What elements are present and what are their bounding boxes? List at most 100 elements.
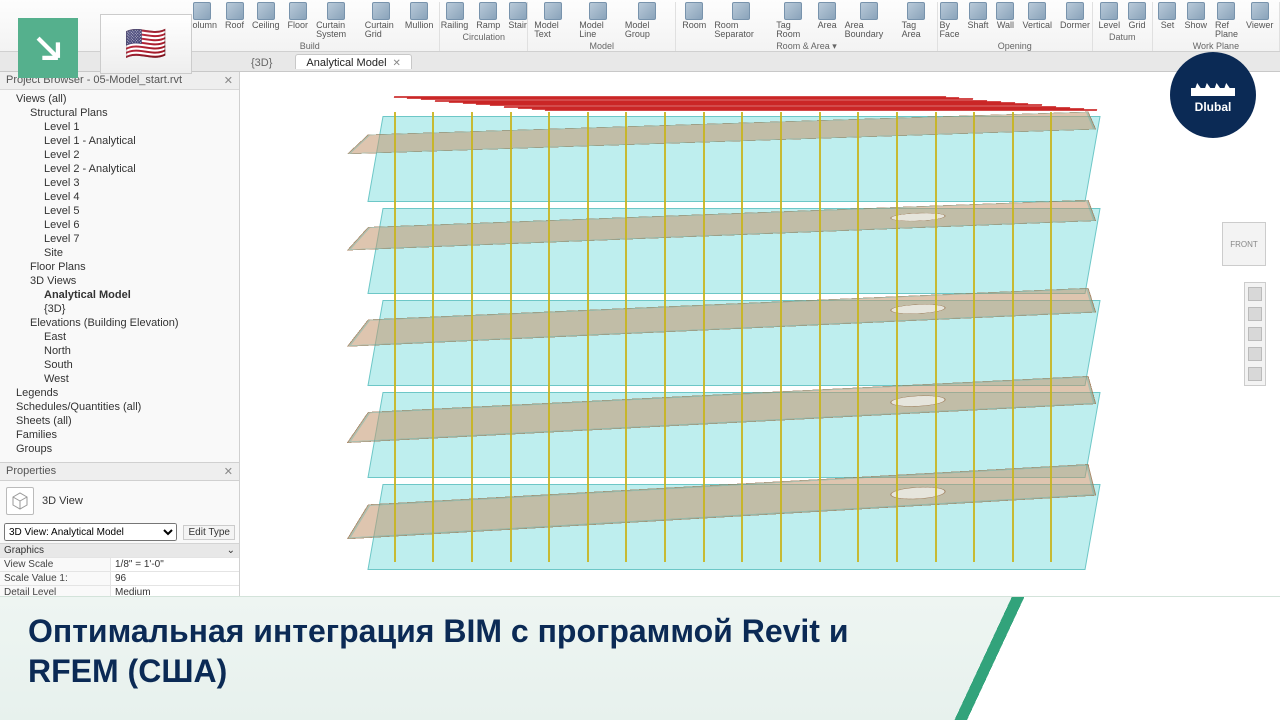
tree-extra[interactable]: Sheets (all) (0, 414, 239, 428)
ribbon-item-label: Set (1161, 21, 1175, 30)
project-browser-tree: Views (all)Structural PlansLevel 1Level … (0, 90, 239, 462)
ribbon-dormer-button[interactable]: Dormer (1060, 2, 1090, 39)
nav-look-icon[interactable] (1248, 367, 1262, 381)
ribbon-item-label: Dormer (1060, 21, 1090, 30)
ribbon-item-label: Wall (997, 21, 1014, 30)
tree-views-root[interactable]: Views (all) (0, 92, 239, 106)
tool-icon (509, 2, 527, 20)
model-viewport[interactable]: FRONT (240, 72, 1280, 596)
property-value[interactable]: 1/8" = 1'-0" (110, 558, 239, 571)
ribbon-curtain-grid-button[interactable]: Curtain Grid (365, 2, 397, 39)
ribbon-group: By FaceShaftWallVerticalDormerOpening (938, 2, 1093, 51)
ribbon-room-button[interactable]: Room (682, 2, 706, 39)
property-row[interactable]: Scale Value 1:96 (0, 571, 239, 585)
tree-level[interactable]: Site (0, 246, 239, 260)
ribbon-group-label: Room & Area ▾ (776, 41, 837, 52)
property-row[interactable]: View Scale1/8" = 1'-0" (0, 557, 239, 571)
ribbon-mullion-button[interactable]: Mullion (405, 2, 434, 39)
ribbon-tag-area-button[interactable]: Tag Area (902, 2, 931, 39)
ribbon-wall-button[interactable]: Wall (996, 2, 1014, 39)
ribbon-show-button[interactable]: Show (1184, 2, 1207, 39)
ribbon-area-boundary-button[interactable]: Area Boundary (845, 2, 894, 39)
ribbon-railing-button[interactable]: Railing (441, 2, 469, 30)
ribbon-viewer-button[interactable]: Viewer (1246, 2, 1273, 39)
close-icon[interactable]: ✕ (393, 58, 401, 69)
tree-level[interactable]: Level 1 - Analytical (0, 134, 239, 148)
tool-icon (327, 2, 345, 20)
tree-extra[interactable]: Families (0, 428, 239, 442)
tree-elevations[interactable]: Elevations (Building Elevation) (0, 316, 239, 330)
tree-3d-views[interactable]: 3D Views (0, 274, 239, 288)
ribbon-stair-button[interactable]: Stair (508, 2, 527, 30)
properties-section-graphics[interactable]: Graphics ⌄ (0, 543, 239, 557)
tree-3d-item[interactable]: {3D} (0, 302, 239, 316)
ribbon-set-button[interactable]: Set (1158, 2, 1176, 39)
tree-floor-plans[interactable]: Floor Plans (0, 260, 239, 274)
tab-analytical-model-label: Analytical Model (306, 57, 386, 69)
ribbon-vertical-button[interactable]: Vertical (1022, 2, 1052, 39)
nav-zoom-icon[interactable] (1248, 327, 1262, 341)
tree-elevation-item[interactable]: North (0, 344, 239, 358)
tree-level[interactable]: Level 5 (0, 204, 239, 218)
viewcube[interactable]: FRONT (1222, 222, 1266, 266)
tree-extra[interactable]: Legends (0, 386, 239, 400)
properties-type-label: 3D View (42, 495, 83, 507)
tree-level[interactable]: Level 4 (0, 190, 239, 204)
ribbon-curtain-system-button[interactable]: Curtain System (316, 2, 357, 39)
edit-type-button[interactable]: Edit Type (183, 525, 235, 540)
left-panel: Project Browser - 05-Model_start.rvt ✕ V… (0, 72, 240, 596)
ribbon-item-label: By Face (939, 21, 959, 39)
tree-level[interactable]: Level 6 (0, 218, 239, 232)
tree-3d-item[interactable]: Analytical Model (0, 288, 239, 302)
ribbon-item-label: Vertical (1022, 21, 1052, 30)
expand-icon: ⌄ (227, 545, 235, 556)
ribbon-tag-room-button[interactable]: Tag Room (776, 2, 809, 39)
ribbon-level-button[interactable]: Level (1099, 2, 1121, 30)
tree-elevation-item[interactable]: South (0, 358, 239, 372)
tree-extra[interactable]: Groups (0, 442, 239, 456)
ribbon-model-text-button[interactable]: Model Text (534, 2, 571, 39)
nav-wheel-icon[interactable] (1248, 287, 1262, 301)
ribbon-model-group-button[interactable]: Model Group (625, 2, 669, 39)
ribbon-item-label: Room (682, 21, 706, 30)
tree-level[interactable]: Level 2 (0, 148, 239, 162)
tree-level[interactable]: Level 3 (0, 176, 239, 190)
main-area: Project Browser - 05-Model_start.rvt ✕ V… (0, 72, 1280, 596)
ribbon-room-separator-button[interactable]: Room Separator (714, 2, 768, 39)
tree-elevation-item[interactable]: East (0, 330, 239, 344)
ribbon-grid-button[interactable]: Grid (1128, 2, 1146, 30)
ribbon-roof-button[interactable]: Roof (225, 2, 244, 39)
cube-icon (6, 487, 34, 515)
tool-icon (940, 2, 958, 20)
nav-orbit-icon[interactable] (1248, 347, 1262, 361)
ribbon-ceiling-button[interactable]: Ceiling (252, 2, 280, 39)
tree-structural-plans[interactable]: Structural Plans (0, 106, 239, 120)
close-icon[interactable]: ✕ (224, 465, 233, 478)
tree-elevation-item[interactable]: West (0, 372, 239, 386)
tree-level[interactable]: Level 2 - Analytical (0, 162, 239, 176)
ribbon-floor-button[interactable]: Floor (288, 2, 309, 39)
tab-3d[interactable]: {3D} (240, 54, 283, 69)
tree-level[interactable]: Level 1 (0, 120, 239, 134)
properties-selector[interactable]: 3D View: Analytical Model (4, 523, 177, 541)
ribbon-area-button[interactable]: Area (818, 2, 837, 39)
ribbon-group-label: Circulation (463, 32, 506, 42)
tree-level[interactable]: Level 7 (0, 232, 239, 246)
tree-extra[interactable]: Schedules/Quantities (all) (0, 400, 239, 414)
navigation-bar (1244, 282, 1266, 386)
ribbon-group: Room Room SeparatorTag Room Area Area Bound… (676, 2, 937, 51)
ribbon-model-line-button[interactable]: Model Line (579, 2, 617, 39)
nav-pan-icon[interactable] (1248, 307, 1262, 321)
property-value[interactable]: 96 (110, 572, 239, 585)
ribbon-by-face-button[interactable]: By Face (939, 2, 959, 39)
tab-analytical-model[interactable]: Analytical Model ✕ (295, 54, 411, 69)
close-icon[interactable]: ✕ (224, 74, 233, 87)
ribbon-group-label: Work Plane (1193, 41, 1239, 51)
dlubal-logo: Dlubal (1170, 52, 1256, 138)
properties-section-label: Graphics (4, 545, 44, 556)
dlubal-label: Dlubal (1195, 100, 1232, 114)
ribbon-shaft-button[interactable]: Shaft (967, 2, 988, 39)
ribbon-item-label: Floor (288, 21, 309, 30)
ribbon-ramp-button[interactable]: Ramp (476, 2, 500, 30)
ribbon-ref-plane-button[interactable]: Ref Plane (1215, 2, 1238, 39)
